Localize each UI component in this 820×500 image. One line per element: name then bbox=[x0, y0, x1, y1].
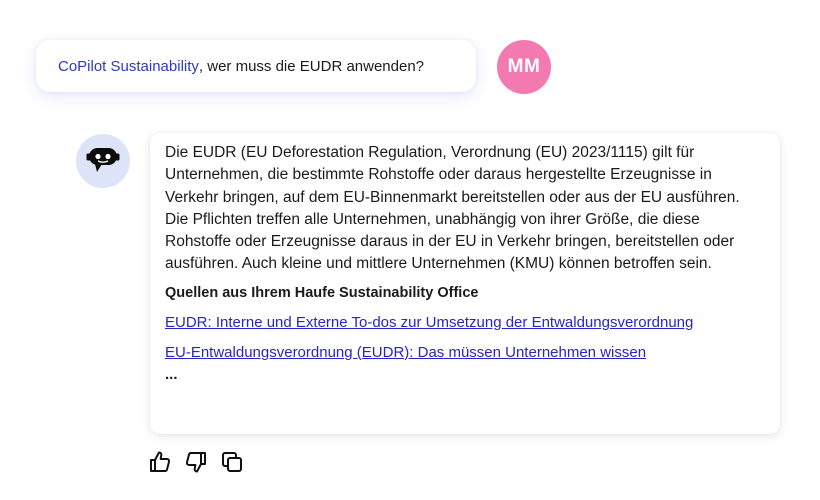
robot-icon bbox=[86, 144, 120, 179]
user-message-bubble: CoPilot Sustainability, wer muss die EUD… bbox=[36, 40, 476, 92]
bot-avatar bbox=[76, 134, 130, 188]
user-message-text: , wer muss die EUDR anwenden? bbox=[198, 57, 425, 75]
response-paragraph-1: Die EUDR (EU Deforestation Regulation, V… bbox=[165, 144, 740, 206]
sources-heading: Quellen aus Ihrem Haufe Sustainability O… bbox=[165, 284, 479, 301]
copy-button[interactable] bbox=[220, 450, 244, 479]
thumbs-down-icon bbox=[184, 450, 208, 479]
source-link-2[interactable]: EU-Entwaldungsverordnung (EUDR): Das müs… bbox=[165, 342, 766, 364]
thumbs-down-button[interactable] bbox=[184, 450, 208, 479]
response-paragraph-2: Die Pflichten treffen alle Unternehmen, … bbox=[165, 210, 735, 273]
more-ellipsis: ... bbox=[165, 365, 178, 383]
response-actions bbox=[148, 450, 244, 479]
thumbs-up-icon bbox=[148, 450, 172, 479]
user-avatar: MM bbox=[497, 40, 551, 94]
copilot-mention[interactable]: CoPilot Sustainability bbox=[58, 58, 199, 75]
thumbs-up-button[interactable] bbox=[148, 450, 172, 479]
chat-window: CoPilot Sustainability, wer muss die EUD… bbox=[0, 0, 820, 500]
source-link-1[interactable]: EUDR: Interne und Externe To-dos zur Ums… bbox=[165, 312, 766, 334]
bot-response-card: Die EUDR (EU Deforestation Regulation, V… bbox=[150, 133, 780, 434]
copy-icon bbox=[220, 450, 244, 479]
